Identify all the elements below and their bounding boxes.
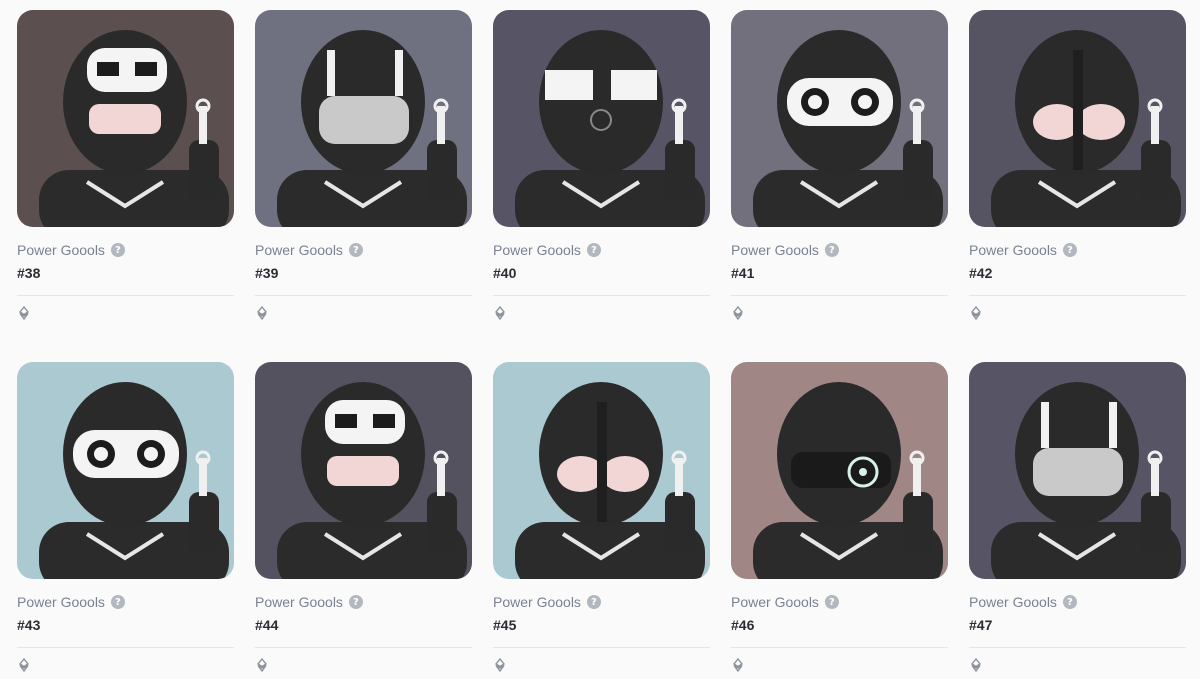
ethereum-chain-icon[interactable] bbox=[731, 305, 745, 321]
nft-card[interactable]: Power Goools? #41 bbox=[731, 10, 948, 325]
verified-badge-icon: ? bbox=[348, 243, 363, 257]
collection-row: Power Goools? bbox=[17, 241, 234, 259]
divider bbox=[969, 295, 1186, 296]
divider bbox=[17, 647, 234, 648]
token-id: #41 bbox=[731, 265, 755, 281]
divider bbox=[969, 647, 1186, 648]
collection-name[interactable]: Power Goools bbox=[731, 242, 819, 258]
nft-image[interactable] bbox=[731, 10, 948, 227]
nft-image[interactable] bbox=[17, 362, 234, 579]
token-id: #47 bbox=[969, 617, 993, 633]
verified-badge-icon: ? bbox=[1062, 243, 1077, 257]
ethereum-chain-icon[interactable] bbox=[969, 305, 983, 321]
nft-image[interactable] bbox=[493, 10, 710, 227]
nft-card[interactable]: Power Goools? #43 bbox=[17, 362, 234, 677]
verified-badge-icon: ? bbox=[348, 595, 363, 609]
nft-image[interactable] bbox=[493, 362, 710, 579]
token-id: #43 bbox=[17, 617, 41, 633]
ethereum-chain-icon[interactable] bbox=[255, 305, 269, 321]
ethereum-chain-icon[interactable] bbox=[731, 657, 745, 673]
ethereum-chain-icon[interactable] bbox=[17, 657, 31, 673]
nft-image[interactable] bbox=[731, 362, 948, 579]
collection-row: Power Goools? bbox=[255, 241, 472, 259]
verified-badge-icon: ? bbox=[110, 243, 125, 257]
token-id: #46 bbox=[731, 617, 755, 633]
collection-row: Power Goools? bbox=[969, 241, 1186, 259]
ethereum-chain-icon[interactable] bbox=[493, 305, 507, 321]
collection-name[interactable]: Power Goools bbox=[17, 242, 105, 258]
divider bbox=[255, 295, 472, 296]
verified-badge-icon: ? bbox=[824, 595, 839, 609]
token-id: #42 bbox=[969, 265, 993, 281]
nft-card[interactable]: Power Goools? #45 bbox=[493, 362, 710, 677]
verified-badge-icon: ? bbox=[824, 243, 839, 257]
collection-name[interactable]: Power Goools bbox=[255, 594, 343, 610]
collection-row: Power Goools? bbox=[17, 593, 234, 611]
divider bbox=[493, 295, 710, 296]
collection-row: Power Goools? bbox=[731, 241, 948, 259]
nft-card[interactable]: Power Goools? #42 bbox=[969, 10, 1186, 325]
collection-name[interactable]: Power Goools bbox=[255, 242, 343, 258]
verified-badge-icon: ? bbox=[1062, 595, 1077, 609]
collection-name[interactable]: Power Goools bbox=[969, 594, 1057, 610]
verified-badge-icon: ? bbox=[586, 243, 601, 257]
collection-name[interactable]: Power Goools bbox=[17, 594, 105, 610]
divider bbox=[17, 295, 234, 296]
nft-card[interactable]: Power Goools? #46 bbox=[731, 362, 948, 677]
nft-image[interactable] bbox=[17, 10, 234, 227]
token-id: #45 bbox=[493, 617, 517, 633]
collection-row: Power Goools? bbox=[731, 593, 948, 611]
collection-name[interactable]: Power Goools bbox=[969, 242, 1057, 258]
collection-name[interactable]: Power Goools bbox=[493, 594, 581, 610]
nft-image[interactable] bbox=[969, 362, 1186, 579]
nft-grid: Power Goools? #38 Power Goools? #39 Power Go… bbox=[0, 0, 1200, 679]
nft-image[interactable] bbox=[255, 10, 472, 227]
token-id: #39 bbox=[255, 265, 279, 281]
collection-row: Power Goools? bbox=[493, 593, 710, 611]
divider bbox=[255, 647, 472, 648]
ethereum-chain-icon[interactable] bbox=[17, 305, 31, 321]
token-id: #38 bbox=[17, 265, 41, 281]
collection-name[interactable]: Power Goools bbox=[493, 242, 581, 258]
divider bbox=[493, 647, 710, 648]
divider bbox=[731, 295, 948, 296]
nft-card[interactable]: Power Goools? #40 bbox=[493, 10, 710, 325]
verified-badge-icon: ? bbox=[586, 595, 601, 609]
verified-badge-icon: ? bbox=[110, 595, 125, 609]
ethereum-chain-icon[interactable] bbox=[493, 657, 507, 673]
collection-row: Power Goools? bbox=[255, 593, 472, 611]
nft-card[interactable]: Power Goools? #47 bbox=[969, 362, 1186, 677]
nft-image[interactable] bbox=[969, 10, 1186, 227]
nft-card[interactable]: Power Goools? #39 bbox=[255, 10, 472, 325]
nft-image[interactable] bbox=[255, 362, 472, 579]
nft-card[interactable]: Power Goools? #44 bbox=[255, 362, 472, 677]
collection-row: Power Goools? bbox=[969, 593, 1186, 611]
ethereum-chain-icon[interactable] bbox=[969, 657, 983, 673]
nft-card[interactable]: Power Goools? #38 bbox=[17, 10, 234, 325]
ethereum-chain-icon[interactable] bbox=[255, 657, 269, 673]
collection-row: Power Goools? bbox=[493, 241, 710, 259]
token-id: #40 bbox=[493, 265, 517, 281]
collection-name[interactable]: Power Goools bbox=[731, 594, 819, 610]
divider bbox=[731, 647, 948, 648]
token-id: #44 bbox=[255, 617, 279, 633]
